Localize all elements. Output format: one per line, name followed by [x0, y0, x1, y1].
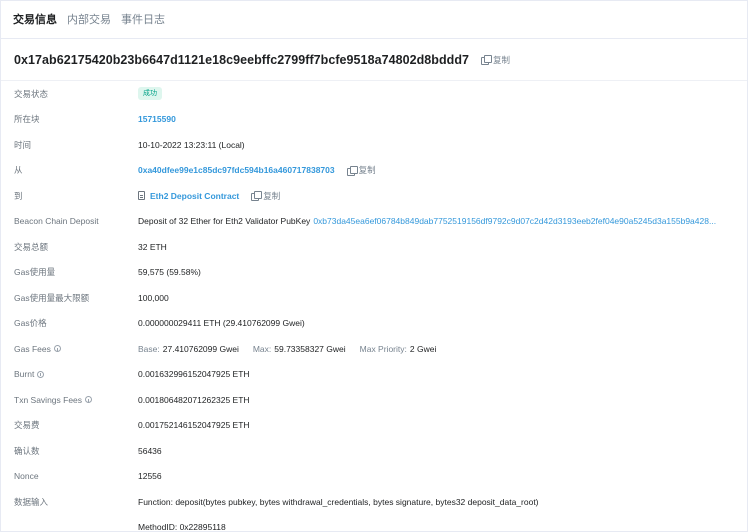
copy-label: 复制: [358, 165, 376, 176]
input-method-id: MethodID: 0x22895118: [138, 522, 226, 532]
max-fee-label: Max:: [252, 343, 272, 354]
row-fee: 交易费 0.001752146152047925 ETH: [1, 413, 747, 439]
details-list: 交易状态 成功 所在块 15715590 时间 10-10-2022 13:23…: [1, 81, 747, 532]
time-value: 10-10-2022 13:23:11 (Local): [138, 139, 245, 150]
to-label: 到: [14, 190, 23, 201]
input-function: Function: deposit(bytes pubkey, bytes wi…: [138, 496, 539, 507]
row-method-id: MethodID: 0x22895118: [1, 515, 747, 532]
amount-value: 32 ETH: [138, 241, 167, 252]
copy-label: 复制: [493, 54, 511, 65]
beacon-label: Beacon Chain Deposit: [14, 216, 99, 227]
validator-pubkey-link[interactable]: 0xb73da45ea6ef06784b849dab7752519156df97…: [313, 216, 716, 226]
row-confirmations: 确认数 56436: [1, 438, 747, 464]
max-priority-label: Max Priority:: [359, 343, 407, 354]
from-label: 从: [14, 165, 23, 176]
copy-icon: [251, 191, 263, 202]
gas-price-label: Gas价格: [14, 318, 47, 329]
input-label: 数据输入: [14, 496, 49, 507]
savings-value: 0.001806482071262325 ETH: [138, 394, 250, 405]
copy-to-button[interactable]: 复制: [251, 190, 280, 202]
gas-price-value: 0.000000029411 ETH (29.410762099 Gwei): [138, 318, 305, 329]
row-block: 所在块 15715590: [1, 107, 747, 133]
row-savings: Txn Savings Fees 0.001806482071262325 ET…: [1, 387, 747, 413]
row-input-data: 数据输入 Function: deposit(bytes pubkey, byt…: [1, 489, 747, 515]
burnt-value: 0.001632996152047925 ETH: [138, 369, 250, 380]
info-icon[interactable]: [85, 396, 93, 404]
copy-icon: [481, 55, 493, 65]
max-priority-value: 2 Gwei: [409, 343, 437, 354]
confirmations-label: 确认数: [14, 445, 40, 456]
row-to: 到 Eth2 Deposit Contract 复制: [1, 183, 747, 209]
row-gas-used: Gas使用量 59,575 (59.58%): [1, 260, 747, 286]
savings-label: Txn Savings Fees: [14, 394, 83, 405]
tab-transaction-info[interactable]: 交易信息: [13, 3, 57, 37]
row-from: 从 0xa40dfee99e1c85dc97fdc594b16a46071783…: [1, 158, 747, 184]
fee-value: 0.001752146152047925 ETH: [138, 420, 250, 431]
info-icon[interactable]: [53, 345, 61, 353]
tx-hash-header: 0x17ab62175420b23b6647d1121e18c9eebffc27…: [1, 39, 747, 81]
burnt-label-wrap: Burnt: [14, 369, 45, 380]
copy-icon: [346, 165, 358, 176]
contract-icon: [138, 191, 145, 201]
tab-bar: 交易信息 内部交易 事件日志: [1, 1, 747, 39]
from-address-link[interactable]: 0xa40dfee99e1c85dc97fdc594b16a4607178387…: [138, 165, 335, 175]
gas-fees-label-wrap: Gas Fees: [14, 344, 61, 354]
beacon-text: Deposit of 32 Ether for Eth2 Validator P…: [138, 216, 311, 227]
nonce-label: Nonce: [14, 471, 39, 482]
confirmations-value: 56436: [138, 445, 162, 456]
row-gas-price: Gas价格 0.000000029411 ETH (29.410762099 G…: [1, 311, 747, 337]
transaction-details-panel: 交易信息 内部交易 事件日志 0x17ab62175420b23b6647d11…: [0, 0, 748, 532]
nonce-value: 12556: [138, 471, 162, 482]
savings-label-wrap: Txn Savings Fees: [14, 394, 93, 405]
gas-fees-label: Gas Fees: [14, 343, 51, 354]
block-label: 所在块: [14, 114, 40, 125]
time-label: 时间: [14, 139, 32, 150]
max-fee-value: 59.73358327 Gwei: [274, 343, 346, 354]
copy-from-button[interactable]: 复制: [346, 164, 376, 176]
base-fee-label: Base:: [138, 343, 160, 354]
burnt-label: Burnt: [14, 369, 35, 380]
row-beacon-deposit: Beacon Chain Deposit Deposit of 32 Ether…: [1, 209, 747, 235]
row-time: 时间 10-10-2022 13:23:11 (Local): [1, 132, 747, 158]
gas-limit-label: Gas使用量最大限额: [14, 292, 90, 303]
status-badge: 成功: [138, 87, 162, 101]
status-label: 交易状态: [14, 88, 49, 99]
gas-used-label: Gas使用量: [14, 267, 56, 278]
gas-used-value: 59,575 (59.58%): [138, 267, 201, 278]
row-amount: 交易总额 32 ETH: [1, 234, 747, 260]
to-contract-link[interactable]: Eth2 Deposit Contract: [150, 191, 239, 201]
gas-limit-value: 100,000: [138, 292, 169, 303]
fee-label: 交易费: [14, 420, 40, 431]
amount-label: 交易总额: [14, 241, 49, 252]
copy-hash-button[interactable]: 复制: [481, 54, 510, 66]
copy-label: 复制: [263, 190, 281, 201]
block-link[interactable]: 15715590: [138, 114, 176, 124]
row-burnt: Burnt 0.001632996152047925 ETH: [1, 362, 747, 388]
row-nonce: Nonce 12556: [1, 464, 747, 490]
tab-internal-transactions[interactable]: 内部交易: [67, 3, 111, 37]
base-fee-value: 27.410762099 Gwei: [162, 343, 239, 354]
info-icon[interactable]: [37, 370, 45, 378]
row-gas-limit: Gas使用量最大限额 100,000: [1, 285, 747, 311]
row-gas-fees: Gas Fees Base: 27.410762099 Gwei Max: 59…: [1, 336, 747, 362]
tab-event-logs[interactable]: 事件日志: [121, 3, 165, 37]
tx-hash: 0x17ab62175420b23b6647d1121e18c9eebffc27…: [14, 52, 470, 67]
row-status: 交易状态 成功: [1, 81, 747, 107]
